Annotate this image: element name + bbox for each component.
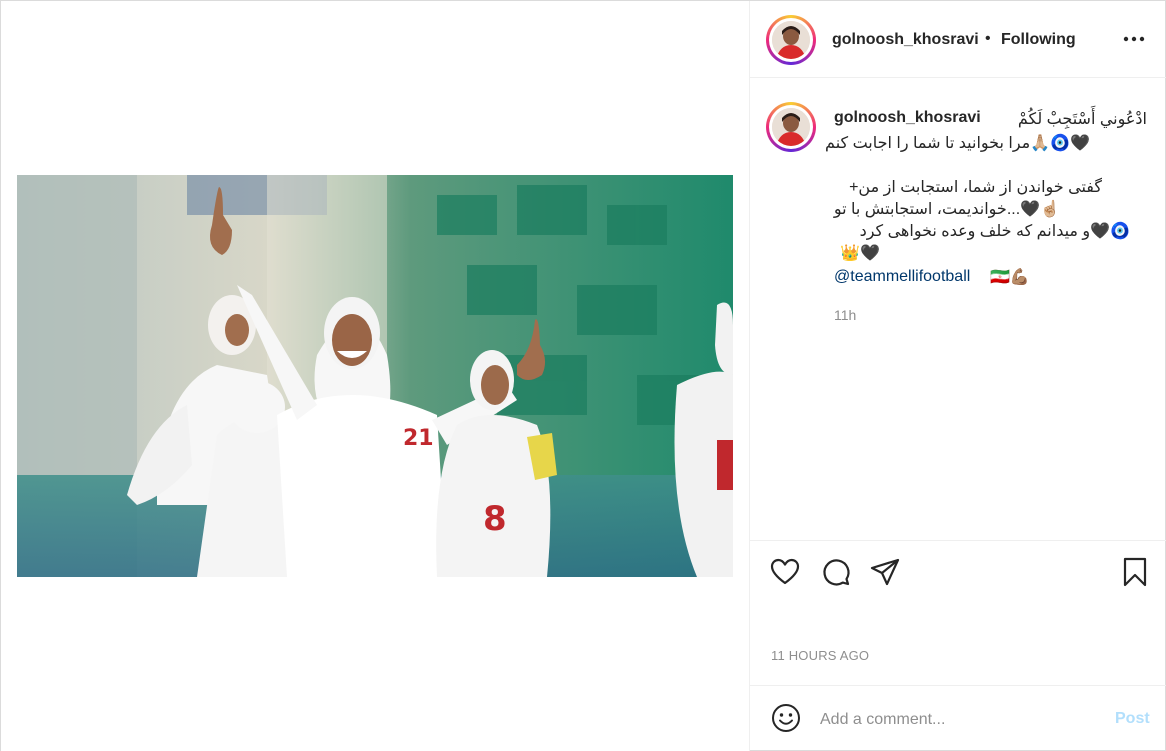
post-side-panel: golnoosh_khosravi • Following golnoosh_k… [749,1,1166,751]
post-timestamp[interactable]: 11 HOURS AGO [771,648,869,663]
caption-line: 🖤🧿🙏🏼مرا بخوانید تا شما را اجابت کنم [825,135,1090,152]
post-comment-button[interactable]: Post [1115,710,1150,728]
caption-line: 🧿🖤و میدانم که خلف وعده نخواهی کرد [859,223,1130,240]
bookmark-icon[interactable] [1119,556,1151,588]
caption-line: گفتی خواندن از شما، استجابت از من+ [849,179,1102,196]
caption-author-avatar[interactable] [766,102,816,152]
post-photo[interactable]: 21 8 [17,175,733,577]
emoji-icon[interactable] [770,702,802,734]
caption-line: ادْعُوني أَسْتَجِبْ لَكُمْ [1017,111,1147,128]
post-media-area: 21 8 [1,1,749,751]
caption-line: ☝🏼🖤...خواندیمت، استجابتش با تو [833,201,1060,218]
caption-relative-time[interactable]: 11h [834,307,856,323]
more-options-icon[interactable] [1120,27,1148,51]
post-container: 21 8 golnoosh_khosravi • Following golno… [0,0,1166,751]
post-caption: golnoosh_khosravi ادْعُوني أَسْتَجِبْ لَ… [750,78,1166,540]
mention-emoji: 🇮🇷💪🏽 [990,269,1030,286]
comment-form: Post [750,685,1166,751]
comment-icon[interactable] [820,556,852,588]
share-icon[interactable] [869,556,901,588]
post-photo-illustration: 21 8 [17,175,733,577]
separator-dot: • [985,30,991,47]
avatar-image [772,21,810,59]
mention-link[interactable]: @teammellifootball [834,268,970,286]
comment-input[interactable] [820,706,1090,734]
following-button[interactable]: Following [1001,31,1076,49]
caption-username-link[interactable]: golnoosh_khosravi [834,109,981,127]
author-username-link[interactable]: golnoosh_khosravi [832,31,979,49]
caption-line: 👑🖤 [840,245,880,262]
post-actions-bar [750,540,1166,602]
author-avatar[interactable] [766,15,816,65]
heart-icon[interactable] [769,556,801,588]
post-header: golnoosh_khosravi • Following [750,1,1166,78]
svg-text:21: 21 [403,426,434,451]
avatar-image [772,108,810,146]
svg-text:8: 8 [483,499,507,539]
